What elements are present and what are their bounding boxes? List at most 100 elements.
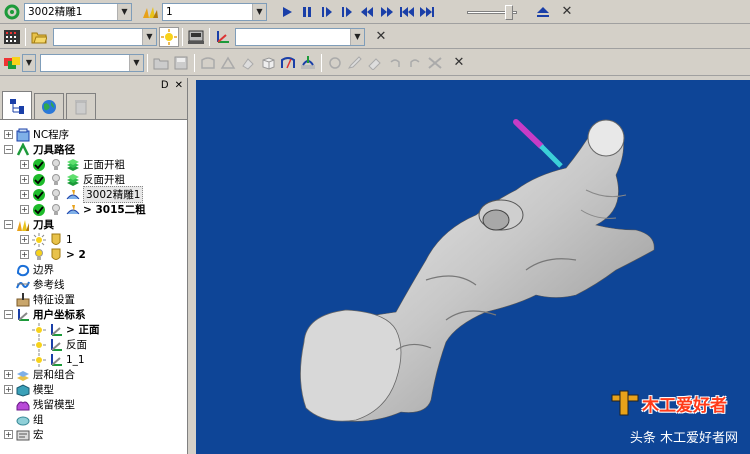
wireframe-icon[interactable] <box>218 53 238 73</box>
bulb-icon[interactable] <box>49 158 63 172</box>
play-icon[interactable] <box>277 2 297 22</box>
workplane-icon <box>16 308 30 322</box>
grid-icon[interactable] <box>2 27 22 47</box>
expand-icon[interactable]: + <box>20 190 29 199</box>
close-icon[interactable]: ✕ <box>559 4 575 20</box>
close-icon[interactable]: ✕ <box>451 55 467 71</box>
check-icon <box>32 203 46 217</box>
workplane-icon[interactable] <box>213 27 233 47</box>
pencil-icon[interactable] <box>345 53 365 73</box>
tab-globe[interactable] <box>34 93 64 119</box>
tool-icon[interactable] <box>140 2 160 22</box>
tree-item-feature-set[interactable]: 特征设置 <box>16 292 75 307</box>
number-select[interactable]: 1 ▼ <box>162 2 267 21</box>
import-icon[interactable] <box>151 53 171 73</box>
tree-item-toolpaths[interactable]: − 刀具路径 <box>4 142 75 157</box>
tree-item-label: 层和组合 <box>33 369 75 381</box>
tree-item-label: > 正面 <box>66 324 100 336</box>
speed-slider[interactable] <box>467 4 519 20</box>
pin-icon[interactable]: ᗞ <box>161 80 169 91</box>
tree-item-tool[interactable]: + 1 <box>20 232 73 247</box>
tree-item-toolpath[interactable]: + 3002精雕1 <box>20 186 144 203</box>
toolpath-select[interactable]: 3002精雕1 ▼ <box>24 2 132 21</box>
expand-icon[interactable]: + <box>4 130 13 139</box>
rewind-icon[interactable] <box>357 2 377 22</box>
splitter[interactable] <box>189 78 196 454</box>
tree-item-toolpath[interactable]: + > 3015二粗 <box>20 202 146 217</box>
edit-icon[interactable] <box>325 53 345 73</box>
skip-back-icon[interactable] <box>397 2 417 22</box>
tool-icon <box>16 218 30 232</box>
tree-item-nc-program[interactable]: + NC程序 <box>4 127 69 142</box>
tree-item-group[interactable]: 组 <box>16 412 44 427</box>
save-icon[interactable] <box>171 53 191 73</box>
tree-item-reference-line[interactable]: 参考线 <box>16 277 65 292</box>
stop-icon[interactable] <box>317 2 337 22</box>
undo-icon[interactable] <box>385 53 405 73</box>
expand-icon[interactable]: + <box>20 160 29 169</box>
tab-explorer[interactable] <box>2 91 32 119</box>
shape-icon[interactable] <box>198 53 218 73</box>
tab-recycle[interactable] <box>66 93 96 119</box>
model-dropdown[interactable]: ▼ <box>22 53 36 72</box>
tree-item-tools[interactable]: − 刀具 <box>4 217 54 232</box>
expand-icon[interactable]: + <box>20 175 29 184</box>
tree-item-toolpath[interactable]: + 反面开粗 <box>20 172 125 187</box>
expand-icon[interactable]: + <box>20 205 29 214</box>
model-colors-icon[interactable] <box>2 53 22 73</box>
pick-model-icon[interactable] <box>278 53 298 73</box>
bulb-icon <box>32 248 46 262</box>
graphics-viewport[interactable]: 木工爱好者 头条 木工爱好者网 <box>196 80 750 454</box>
open-folder-icon[interactable] <box>29 27 49 47</box>
tree-item-workplane[interactable]: > 正面 <box>32 322 99 337</box>
tree-item-levels[interactable]: + 层和组合 <box>4 367 75 382</box>
view-select[interactable]: ▼ <box>53 27 157 46</box>
collapse-icon[interactable]: − <box>4 145 13 154</box>
tree-item-macro[interactable]: + 宏 <box>4 427 44 442</box>
tree-item-tool[interactable]: + > 2 <box>20 247 86 262</box>
light-icon[interactable] <box>159 26 179 47</box>
tree-item-workplane[interactable]: 1_1 <box>32 352 85 367</box>
eraser-icon[interactable] <box>365 53 385 73</box>
pause-icon[interactable] <box>297 2 317 22</box>
tree-item-workplane[interactable]: 反面 <box>32 337 87 352</box>
eject-icon[interactable] <box>533 2 553 22</box>
bulb-icon[interactable] <box>49 188 63 202</box>
close-icon[interactable]: ✕ <box>373 29 389 45</box>
boundary-icon <box>16 263 30 277</box>
check-icon <box>32 173 46 187</box>
collapse-icon[interactable]: − <box>4 310 13 319</box>
expand-icon[interactable]: + <box>4 385 13 394</box>
workplane-select[interactable]: ▼ <box>235 27 365 46</box>
delete-icon[interactable] <box>425 53 445 73</box>
tree-item-stock-model[interactable]: 残留模型 <box>16 397 75 412</box>
machine-icon[interactable] <box>186 27 206 47</box>
tool-tip <box>539 144 563 168</box>
fast-forward-icon[interactable] <box>377 2 397 22</box>
cube-icon[interactable] <box>258 53 278 73</box>
tree-item-user-cs[interactable]: − 用户坐标系 <box>4 307 86 322</box>
chevron-down-icon: ▼ <box>23 54 35 71</box>
tree-item-boundary[interactable]: 边界 <box>16 262 54 277</box>
close-icon[interactable]: ✕ <box>175 80 183 91</box>
expand-icon[interactable]: + <box>4 370 13 379</box>
shaded-icon[interactable] <box>238 53 258 73</box>
bulb-icon[interactable] <box>49 203 63 217</box>
tree-item-toolpath[interactable]: + 正面开粗 <box>20 157 125 172</box>
expand-icon[interactable]: + <box>20 250 29 259</box>
tree-item-model[interactable]: + 模型 <box>4 382 54 397</box>
separator <box>25 27 26 46</box>
stock-icon[interactable] <box>298 53 318 73</box>
tree-item-label: 边界 <box>33 264 54 276</box>
expand-icon[interactable]: + <box>20 235 29 244</box>
redo-icon[interactable] <box>405 53 425 73</box>
bulb-icon[interactable] <box>49 173 63 187</box>
step-forward-icon[interactable] <box>337 2 357 22</box>
tree-item-label: 反面开粗 <box>83 174 125 186</box>
model-select[interactable]: ▼ <box>40 53 144 72</box>
toolpath-icon[interactable] <box>2 2 22 22</box>
collapse-icon[interactable]: − <box>4 220 13 229</box>
skip-forward-icon[interactable] <box>417 2 437 22</box>
separator <box>209 27 210 46</box>
expand-icon[interactable]: + <box>4 430 13 439</box>
